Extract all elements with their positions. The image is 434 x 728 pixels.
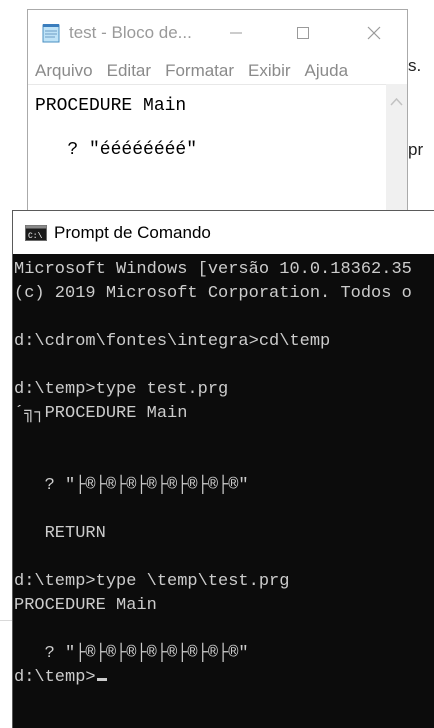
console-line: RETURN [14, 524, 106, 543]
notepad-title: test - Bloco de... [69, 23, 192, 42]
vertical-scrollbar[interactable] [386, 84, 407, 228]
close-button[interactable] [356, 18, 392, 48]
menu-exibir[interactable]: Exibir [241, 57, 298, 83]
svg-text:C:\: C:\ [28, 232, 43, 241]
console-line: d:\cdrom\fontes\integra>cd\temp [14, 332, 331, 351]
menu-formatar[interactable]: Formatar [158, 57, 241, 83]
console-line: ? "├®├®├®├®├®├®├®├®" [14, 644, 249, 663]
command-prompt-window[interactable]: C:\ Prompt de Comando Microsoft Windows … [12, 210, 434, 728]
console-output[interactable]: Microsoft Windows [versão 10.0.18362.35 … [13, 254, 434, 728]
console-prompt: d:\temp> [14, 668, 96, 687]
notepad-titlebar[interactable]: test - Bloco de... [28, 10, 407, 57]
background-text: pr [408, 140, 424, 159]
menu-ajuda[interactable]: Ajuda [298, 57, 355, 83]
notepad-window[interactable]: test - Bloco de... Arquivo Editar Format… [27, 9, 408, 229]
console-line: ? "├®├®├®├®├®├®├®├®" [14, 476, 249, 495]
notepad-menubar: Arquivo Editar Formatar Exibir Ajuda [28, 57, 407, 83]
console-line: ´╗┐PROCEDURE Main [14, 404, 188, 423]
minimize-button[interactable] [218, 18, 254, 48]
maximize-button[interactable] [285, 18, 321, 48]
cmd-title: Prompt de Comando [54, 223, 211, 242]
background-divider [0, 620, 12, 621]
console-line: (c) 2019 Microsoft Corporation. Todos o [14, 284, 412, 303]
notepad-text-area[interactable]: PROCEDURE Main ? "éééééééé" [28, 84, 387, 228]
background-text: s. [408, 56, 422, 75]
scroll-up-icon[interactable] [390, 94, 403, 112]
console-line: PROCEDURE Main [14, 596, 157, 615]
editor-line: PROCEDURE Main [35, 96, 187, 116]
editor-line: ? "éééééééé" [35, 140, 198, 160]
maximize-icon [297, 27, 309, 39]
console-line: Microsoft Windows [versão 10.0.18362.35 [14, 260, 412, 279]
minimize-icon [230, 32, 242, 34]
console-line: d:\temp>type \temp\test.prg [14, 572, 290, 591]
notepad-icon [40, 22, 62, 44]
text-cursor [96, 678, 107, 681]
menu-arquivo[interactable]: Arquivo [28, 57, 100, 83]
cmd-icon: C:\ [25, 225, 47, 241]
console-line: d:\temp>type test.prg [14, 380, 229, 399]
console-prompt-line[interactable]: d:\temp> [14, 666, 107, 690]
menu-editar[interactable]: Editar [100, 57, 158, 83]
close-icon [367, 26, 381, 40]
cmd-titlebar[interactable]: C:\ Prompt de Comando [13, 210, 434, 254]
